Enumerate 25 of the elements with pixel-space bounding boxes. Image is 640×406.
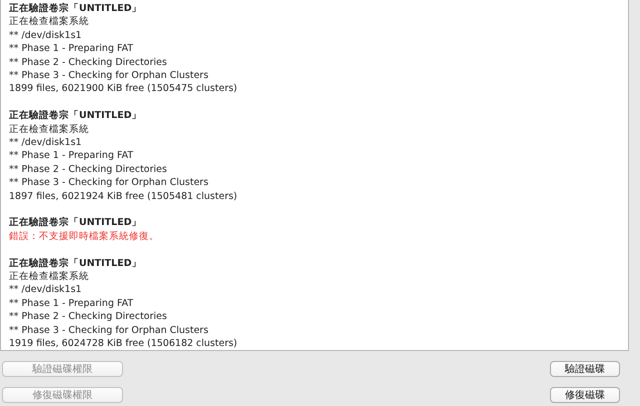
log-line: ** Phase 3 - Checking for Orphan Clusters <box>9 69 210 82</box>
log-line: ** Phase 1 - Preparing FAT <box>9 296 134 310</box>
log-line: 正在驗證卷宗「UNTITLED」 <box>9 256 143 270</box>
action-button[interactable]: 驗證磁碟 <box>550 361 620 377</box>
log-line: ** Phase 1 - Preparing FAT <box>9 42 134 56</box>
log-line: ** Phase 2 - Checking Directories <box>9 56 168 70</box>
log-line: ** Phase 3 - Checking for Orphan Clusters <box>9 324 210 338</box>
log-line: ** Phase 1 - Preparing FAT <box>9 149 134 163</box>
log-line: ** /dev/disk1s1 <box>9 136 83 150</box>
log-line: 正在檢查檔案系統 <box>9 15 90 29</box>
action-button[interactable]: 修復磁碟 <box>550 387 620 403</box>
log-line: ** /dev/disk1s1 <box>9 283 83 297</box>
log-line: ** Phase 3 - Checking for Orphan Clusters <box>9 176 210 190</box>
log-line: 1897 files, 6021924 KiB free (1505481 clusters) <box>9 190 238 204</box>
log-line: 1919 files, 6024728 KiB free (1506182 clusters) <box>9 337 238 351</box>
log-line: 錯誤：不支援即時檔案系統修復。 <box>9 230 160 244</box>
log-line: 正在驗證卷宗「UNTITLED」 <box>9 216 143 230</box>
log-line: ** /dev/disk1s1 <box>9 28 83 42</box>
log-line: ** Phase 2 - Checking Directories <box>9 162 168 176</box>
log-line: 正在檢查檔案系統 <box>9 122 90 136</box>
log-line: 正在驗證卷宗「UNTITLED」 <box>9 2 143 16</box>
log-line: 1899 files, 6021900 KiB free (1505475 clusters) <box>9 82 238 96</box>
log-line: 正在檢查檔案系統 <box>9 270 90 284</box>
log-line: ** Phase 2 - Checking Directories <box>9 310 168 324</box>
log-line: 正在驗證卷宗「UNTITLED」 <box>9 109 143 123</box>
